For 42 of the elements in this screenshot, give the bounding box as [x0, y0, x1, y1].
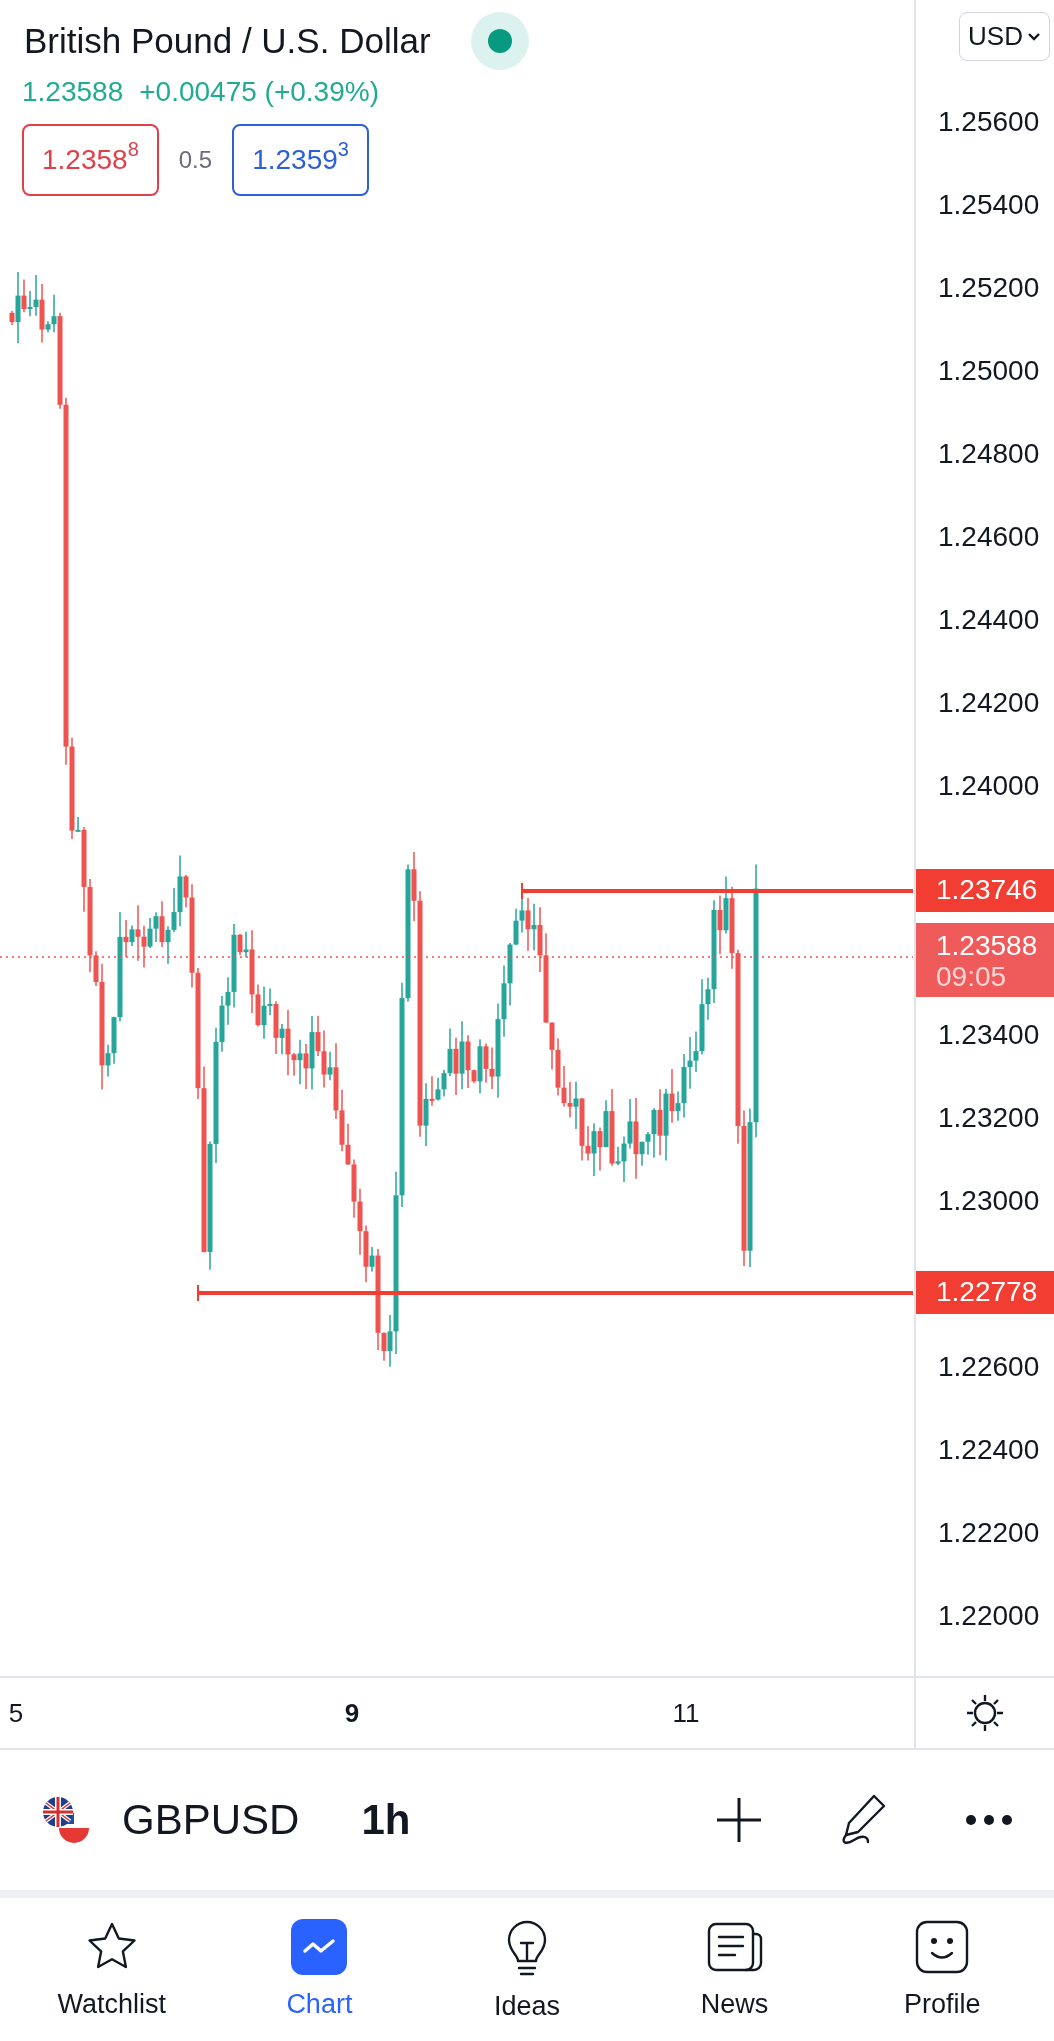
flag-icon [40, 1794, 92, 1846]
time-tick: 11 [672, 1697, 700, 1729]
nav-tab[interactable]: Chart [234, 1919, 405, 2020]
price-tick: 1.23000 [938, 1185, 1040, 1217]
spread-value: 0.5 [178, 146, 213, 174]
price-label: 1.22778 [916, 1271, 1054, 1314]
time-tick: 9 [344, 1697, 360, 1729]
price-tick: 1.25200 [938, 272, 1040, 304]
chart-icon [291, 1919, 348, 1975]
price-tick: 1.25600 [938, 106, 1040, 138]
smiley-icon [914, 1919, 971, 1975]
price-tick: 1.24200 [938, 687, 1040, 719]
price-tick: 1.24800 [938, 438, 1040, 470]
nav-tab[interactable]: Profile [857, 1919, 1028, 2020]
price-tick: 1.23200 [938, 1102, 1040, 1134]
horizontal-line[interactable] [521, 882, 913, 900]
price-tick: 1.22200 [938, 1517, 1040, 1549]
price-tick: 1.24000 [938, 770, 1040, 802]
price-tick: 1.23400 [938, 1019, 1040, 1051]
currency-dropdown[interactable]: USD [959, 12, 1050, 61]
settings-icon[interactable] [965, 1693, 1005, 1733]
symbol-button[interactable]: GBPUSD [122, 1796, 300, 1844]
price-change: +0.00475 (+0.39%) [139, 76, 379, 108]
nav-tab[interactable]: Ideas [442, 1917, 612, 2022]
price-tick: 1.24400 [938, 604, 1040, 636]
price-tick: 1.22400 [938, 1434, 1040, 1466]
interval-button[interactable]: 1h [361, 1796, 411, 1844]
price-label: 1.23746 [916, 869, 1054, 912]
add-button[interactable] [714, 1795, 764, 1845]
nav-tab[interactable]: Watchlist [26, 1919, 197, 2020]
price-label: 1.23588 09:05 [916, 923, 1054, 997]
price-tick: 1.25400 [938, 189, 1040, 221]
price-tick: 1.22600 [938, 1351, 1040, 1383]
time-tick: 5 [8, 1697, 24, 1729]
more-button[interactable] [964, 1813, 1014, 1827]
caret-icon [1027, 31, 1041, 42]
last-price: 1.23588 [22, 76, 124, 108]
horizontal-line[interactable] [197, 1284, 913, 1302]
price-tick: 1.25000 [938, 355, 1040, 387]
price-tick: 1.22000 [938, 1600, 1040, 1632]
nav-tab[interactable]: News [649, 1919, 820, 2020]
price-tick: 1.24600 [938, 521, 1040, 553]
